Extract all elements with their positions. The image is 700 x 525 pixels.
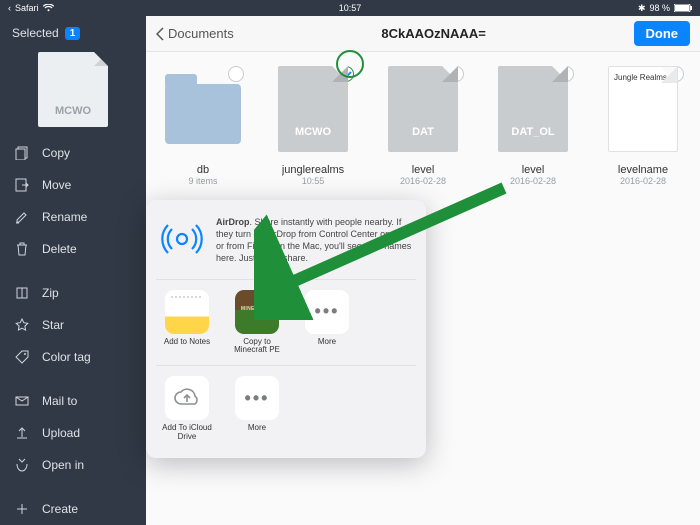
bluetooth-icon: ✱	[638, 3, 646, 14]
tag-icon	[14, 350, 30, 364]
share-more-apps[interactable]: More	[300, 290, 354, 356]
copy-icon	[14, 146, 30, 160]
share-icloud-drive[interactable]: Add To iCloud Drive	[160, 376, 214, 442]
topbar: Documents 8CkAAOzNAAA= Done	[146, 16, 700, 52]
selected-file-thumb: MCWO	[38, 52, 108, 127]
file-item[interactable]: DAT level 2016-02-28	[376, 66, 470, 186]
document-icon: MCWO	[278, 66, 348, 152]
cloud-upload-icon	[165, 376, 209, 420]
selected-label: Selected	[12, 26, 59, 40]
page-title: 8CkAAOzNAAA=	[242, 26, 626, 41]
selected-count-badge: 1	[65, 27, 81, 40]
file-item[interactable]: DAT_OL level 2016-02-28	[486, 66, 580, 186]
sidebar-item-mailto[interactable]: Mail to	[0, 385, 146, 417]
sidebar-item-create[interactable]: Create	[0, 493, 146, 525]
sidebar-item-colortag[interactable]: Color tag	[0, 341, 146, 373]
minecraft-icon	[235, 290, 279, 334]
share-copy-to-minecraft[interactable]: Copy to Minecraft PE	[230, 290, 284, 356]
sidebar-item-upload[interactable]: Upload	[0, 417, 146, 449]
airdrop-text: AirDrop. Share instantly with people nea…	[216, 216, 412, 265]
wifi-icon	[43, 4, 54, 12]
sidebar-item-copy[interactable]: Copy	[0, 137, 146, 169]
zip-icon	[14, 286, 30, 300]
battery-icon	[674, 4, 692, 12]
file-grid: db 9 items MCWO junglerealms 10:55 DAT l…	[146, 52, 700, 200]
openin-icon	[14, 458, 30, 472]
folder-icon	[165, 84, 241, 144]
sidebar-item-zip[interactable]: Zip	[0, 277, 146, 309]
back-chevron-icon: ‹	[8, 3, 11, 13]
upload-icon	[14, 426, 30, 440]
chevron-left-icon	[156, 27, 164, 41]
status-battery: 98 %	[649, 3, 670, 13]
back-button[interactable]: Documents	[156, 26, 234, 41]
sidebar-item-rename[interactable]: Rename	[0, 201, 146, 233]
sidebar-item-delete[interactable]: Delete	[0, 233, 146, 265]
status-app: Safari	[15, 3, 39, 13]
file-item-folder[interactable]: db 9 items	[156, 66, 250, 186]
share-row-apps: Add to Notes Copy to Minecraft PE More	[156, 280, 416, 367]
done-button[interactable]: Done	[634, 21, 691, 46]
mail-icon	[14, 394, 30, 408]
star-icon	[14, 318, 30, 332]
airdrop-row[interactable]: AirDrop. Share instantly with people nea…	[156, 210, 416, 280]
sidebar-item-openin[interactable]: Open in	[0, 449, 146, 481]
share-add-to-notes[interactable]: Add to Notes	[160, 290, 214, 356]
sidebar-item-move[interactable]: Move	[0, 169, 146, 201]
rename-icon	[14, 210, 30, 224]
document-icon: DAT_OL	[498, 66, 568, 152]
share-sheet: AirDrop. Share instantly with people nea…	[146, 200, 426, 458]
file-item[interactable]: Jungle Realms levelname 2016-02-28	[596, 66, 690, 186]
airdrop-icon	[160, 216, 204, 262]
document-icon: DAT	[388, 66, 458, 152]
share-row-actions: Add To iCloud Drive More	[156, 366, 416, 452]
more-icon	[305, 290, 349, 334]
plus-icon	[14, 502, 30, 516]
notes-icon	[165, 290, 209, 334]
status-time: 10:57	[339, 3, 362, 13]
sidebar: Selected 1 MCWO Copy Move Rename Delete …	[0, 16, 146, 525]
document-icon: Jungle Realms	[608, 66, 678, 152]
status-bar: ‹ Safari 10:57 ✱ 98 %	[0, 0, 700, 16]
more-icon	[235, 376, 279, 420]
move-icon	[14, 178, 30, 192]
trash-icon	[14, 242, 30, 256]
selection-summary: Selected 1	[0, 22, 146, 48]
file-item[interactable]: MCWO junglerealms 10:55	[266, 66, 360, 186]
share-more-actions[interactable]: More	[230, 376, 284, 442]
sidebar-item-star[interactable]: Star	[0, 309, 146, 341]
